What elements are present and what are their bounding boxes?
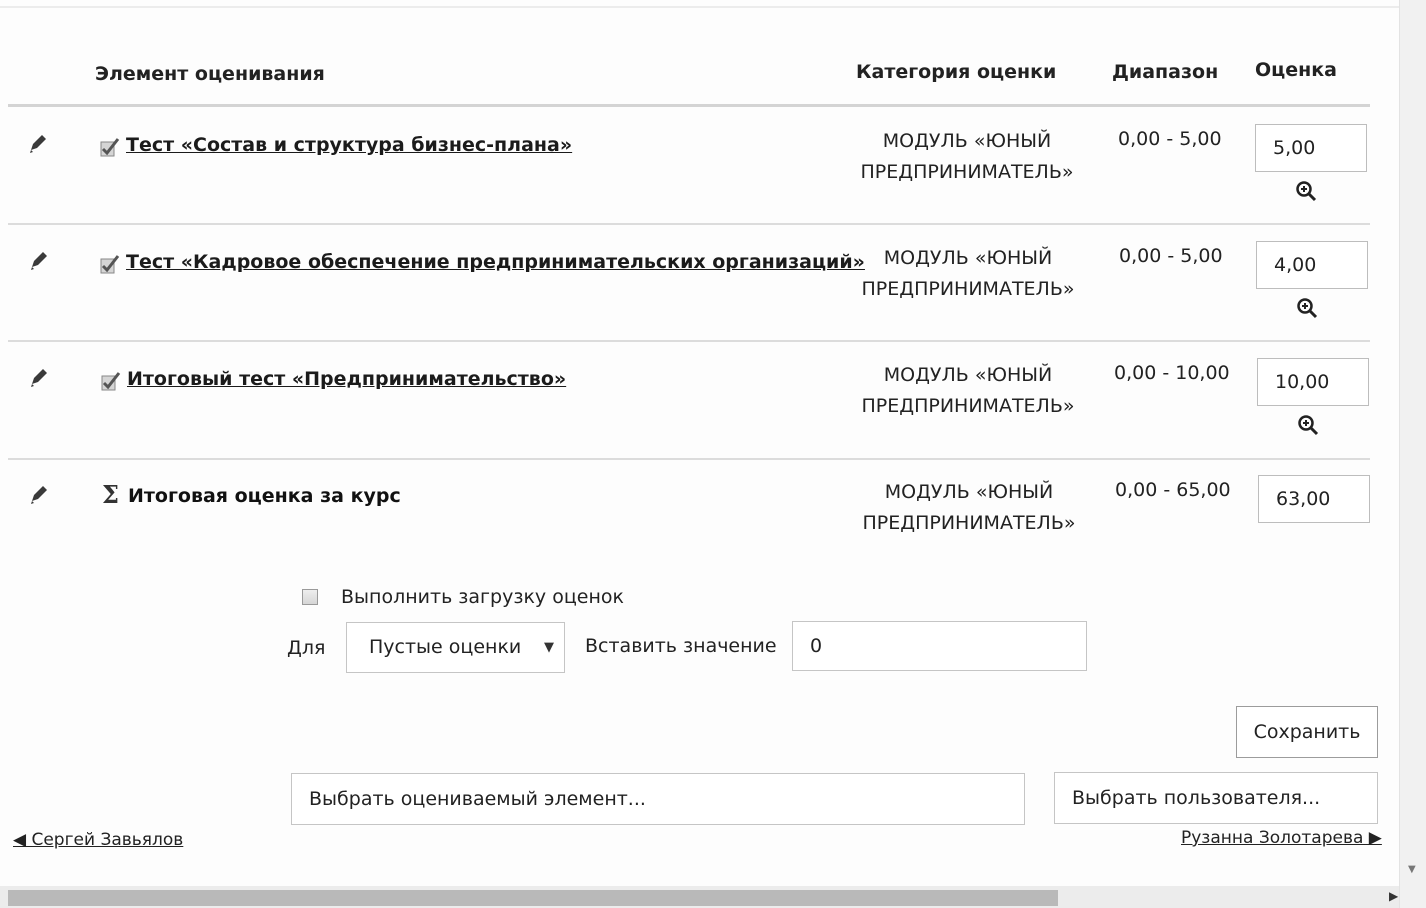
zoom-in-icon[interactable]: [1295, 180, 1317, 202]
category-cell: МОДУЛЬ «ЮНЫЙ ПРЕДПРИНИМАТЕЛЬ»: [847, 126, 1087, 188]
header-category: Категория оценки: [856, 61, 1057, 83]
select-value: Пустые оценки: [369, 636, 522, 658]
category-line: ПРЕДПРИНИМАТЕЛЬ»: [860, 161, 1074, 183]
category-cell: МОДУЛЬ «ЮНЫЙ ПРЕДПРИНИМАТЕЛЬ»: [848, 360, 1088, 422]
grade-input[interactable]: 5,00: [1255, 124, 1367, 172]
quiz-icon: [100, 255, 120, 274]
quiz-icon: [100, 138, 120, 157]
category-cell: МОДУЛЬ «ЮНЫЙ ПРЕДПРИНИМАТЕЛЬ»: [848, 243, 1088, 305]
grade-item-link[interactable]: Тест «Состав и структура бизнес-плана»: [126, 134, 572, 156]
bulk-insert-checkbox[interactable]: [302, 589, 318, 605]
category-line: МОДУЛЬ «ЮНЫЙ: [883, 247, 1053, 269]
grade-input[interactable]: 4,00: [1256, 241, 1368, 289]
category-line: МОДУЛЬ «ЮНЫЙ: [882, 130, 1052, 152]
scroll-down-arrow-icon[interactable]: ▼: [1408, 864, 1416, 875]
next-user-link[interactable]: Рузанна Золотарева ▶: [1181, 828, 1382, 848]
header-divider: [8, 104, 1370, 107]
insert-value-label: Вставить значение: [585, 635, 777, 657]
select-user-field[interactable]: Выбрать пользователя...: [1054, 772, 1378, 824]
scrollbar-thumb[interactable]: [8, 890, 1058, 906]
zoom-in-icon[interactable]: [1297, 414, 1319, 436]
zoom-in-icon[interactable]: [1296, 297, 1318, 319]
grade-input[interactable]: 63,00: [1258, 475, 1370, 523]
vertical-scrollbar[interactable]: ▼: [1399, 0, 1426, 908]
category-line: МОДУЛЬ «ЮНЫЙ: [884, 481, 1054, 503]
edit-pencil-icon[interactable]: [27, 133, 49, 155]
quiz-icon: [101, 372, 121, 391]
previous-user-link[interactable]: ◀ Сергей Завьялов: [13, 830, 183, 850]
header-element: Элемент оценивания: [95, 63, 325, 85]
grade-input[interactable]: 10,00: [1257, 358, 1369, 406]
row-divider: [8, 223, 1370, 225]
range-cell: 0,00 - 5,00: [1119, 245, 1223, 267]
range-cell: 0,00 - 65,00: [1115, 479, 1231, 501]
header-grade: Оценка: [1255, 59, 1337, 81]
dropdown-caret-icon: ▼: [544, 640, 554, 655]
grader-page: Элемент оценивания Категория оценки Диап…: [0, 0, 1426, 908]
empty-grades-select[interactable]: Пустые оценки ▼: [346, 622, 565, 673]
category-line: ПРЕДПРИНИМАТЕЛЬ»: [861, 395, 1075, 417]
edit-pencil-icon[interactable]: [28, 367, 50, 389]
category-line: ПРЕДПРИНИМАТЕЛЬ»: [861, 278, 1075, 300]
range-cell: 0,00 - 10,00: [1114, 362, 1230, 384]
grade-item-link[interactable]: Итоговый тест «Предпринимательство»: [127, 368, 566, 390]
insert-value-input[interactable]: 0: [792, 621, 1087, 671]
scroll-right-arrow-icon[interactable]: ▶: [1389, 889, 1398, 903]
top-divider: [0, 6, 1400, 8]
range-cell: 0,00 - 5,00: [1118, 128, 1222, 150]
edit-pencil-icon[interactable]: [28, 484, 50, 506]
select-grade-item-field[interactable]: Выбрать оцениваемый элемент...: [291, 773, 1025, 825]
bulk-insert-label: Выполнить загрузку оценок: [341, 586, 624, 608]
row-divider: [8, 340, 1370, 342]
save-button[interactable]: Сохранить: [1236, 706, 1378, 758]
header-range: Диапазон: [1112, 61, 1219, 83]
category-line: ПРЕДПРИНИМАТЕЛЬ»: [862, 512, 1076, 534]
for-label: Для: [287, 637, 326, 659]
category-cell: МОДУЛЬ «ЮНЫЙ ПРЕДПРИНИМАТЕЛЬ»: [849, 477, 1089, 539]
course-total-title: Итоговая оценка за курс: [128, 485, 401, 507]
edit-pencil-icon[interactable]: [28, 250, 50, 272]
category-line: МОДУЛЬ «ЮНЫЙ: [883, 364, 1053, 386]
row-divider: [8, 458, 1370, 460]
sigma-icon: Σ: [102, 480, 119, 509]
grade-item-link[interactable]: Тест «Кадровое обеспечение предпринимате…: [126, 251, 865, 273]
